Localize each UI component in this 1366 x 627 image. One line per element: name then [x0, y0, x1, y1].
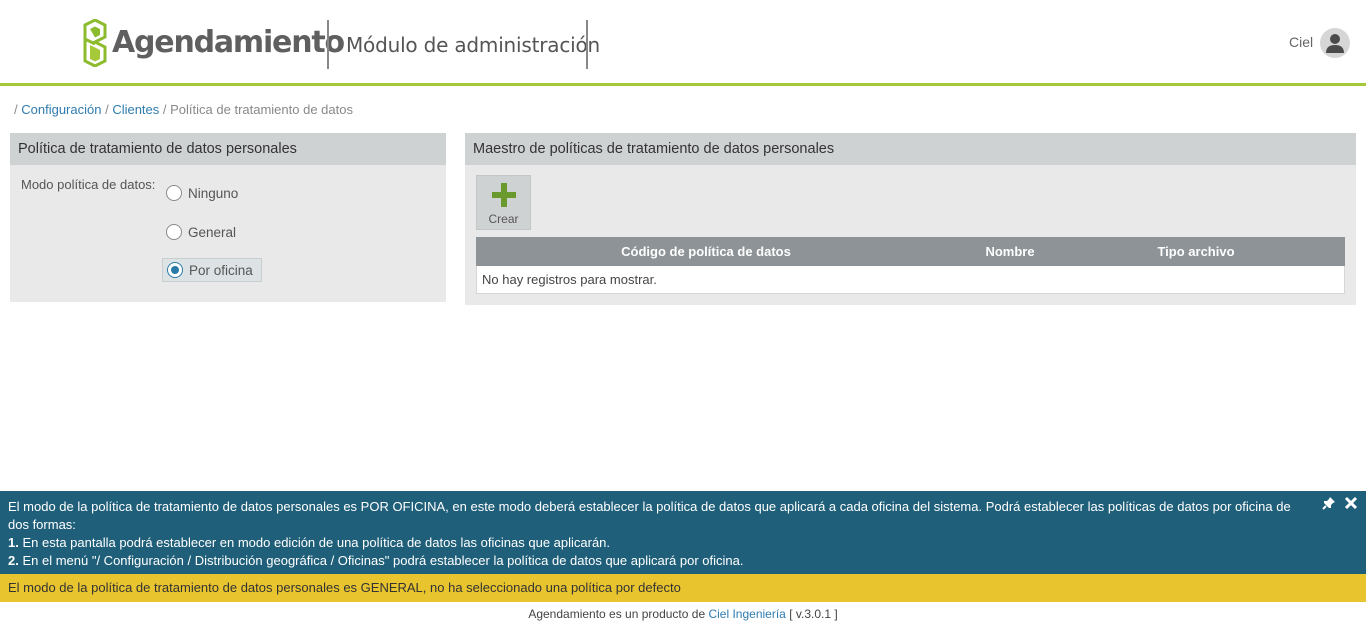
notice-text: El modo de la política de tratamiento de…: [8, 499, 1291, 532]
header-divider: [586, 20, 588, 69]
footer: Agendamiento es un producto de Ciel Inge…: [0, 607, 1366, 621]
radio-circle[interactable]: [166, 185, 182, 201]
logo-icon: [83, 19, 107, 67]
radio-label: Ninguno: [188, 185, 239, 201]
footer-prefix: Agendamiento es un producto de: [528, 607, 706, 621]
column-header-tipo-archivo[interactable]: Tipo archivo: [1084, 244, 1308, 259]
notice-item-text: En el menú "/ Configuración / Distribuci…: [22, 553, 744, 568]
close-icon[interactable]: [1344, 496, 1358, 510]
notice-item: 2. En el menú "/ Configuración / Distrib…: [8, 552, 1306, 570]
module-title: Módulo de administración: [346, 33, 600, 57]
notice-item-text: En esta pantalla podrá establecer en mod…: [22, 535, 611, 550]
table-header: Código de política de datos Nombre Tipo …: [476, 237, 1345, 266]
app-header: Agendamiento Módulo de administración Ci…: [0, 0, 1366, 86]
breadcrumb-link-configuracion[interactable]: Configuración: [21, 102, 101, 117]
radio-label: General: [188, 224, 237, 240]
table-empty-message: No hay registros para mostrar.: [476, 266, 1345, 294]
logo-text: Agendamiento: [112, 25, 345, 60]
column-header-nombre[interactable]: Nombre: [936, 244, 1084, 259]
warning-notice: El modo de la política de tratamiento de…: [0, 574, 1366, 602]
panel-title: Maestro de políticas de tratamiento de d…: [465, 133, 1356, 165]
radio-circle[interactable]: [167, 262, 183, 278]
notice-actions: [1322, 496, 1358, 510]
radio-ninguno[interactable]: Ninguno: [166, 181, 238, 205]
radio-circle[interactable]: [166, 224, 182, 240]
create-button[interactable]: Crear: [476, 175, 531, 230]
pin-icon[interactable]: [1322, 496, 1336, 510]
radio-general[interactable]: General: [166, 220, 236, 244]
policies-table: Código de política de datos Nombre Tipo …: [476, 237, 1345, 294]
notice-item-number: 2.: [8, 553, 19, 568]
policy-master-panel: Maestro de políticas de tratamiento de d…: [465, 133, 1356, 305]
radio-por-oficina[interactable]: Por oficina: [162, 258, 262, 282]
app-logo[interactable]: Agendamiento: [82, 19, 345, 67]
column-header-codigo[interactable]: Código de política de datos: [476, 244, 936, 259]
panel-title: Política de tratamiento de datos persona…: [10, 133, 446, 165]
info-notice: El modo de la política de tratamiento de…: [0, 491, 1366, 574]
breadcrumb: / Configuración / Clientes / Política de…: [14, 102, 353, 117]
user-icon: [1326, 34, 1344, 53]
mode-label: Modo política de datos:: [21, 177, 156, 192]
breadcrumb-link-clientes[interactable]: Clientes: [112, 102, 159, 117]
footer-version: [ v.3.0.1 ]: [789, 607, 838, 621]
header-divider: [327, 20, 329, 69]
notice-item-number: 1.: [8, 535, 19, 550]
user-avatar-icon[interactable]: [1320, 28, 1350, 58]
radio-label: Por oficina: [189, 262, 253, 278]
policy-mode-panel: Política de tratamiento de datos persona…: [10, 133, 446, 302]
create-button-label: Crear: [488, 212, 519, 226]
plus-icon: [491, 183, 516, 207]
user-name[interactable]: Ciel: [1289, 34, 1313, 50]
breadcrumb-current: Política de tratamiento de datos: [170, 102, 353, 117]
footer-company-link[interactable]: Ciel Ingeniería: [708, 607, 785, 621]
notice-item: 1. En esta pantalla podrá establecer en …: [8, 534, 1306, 552]
